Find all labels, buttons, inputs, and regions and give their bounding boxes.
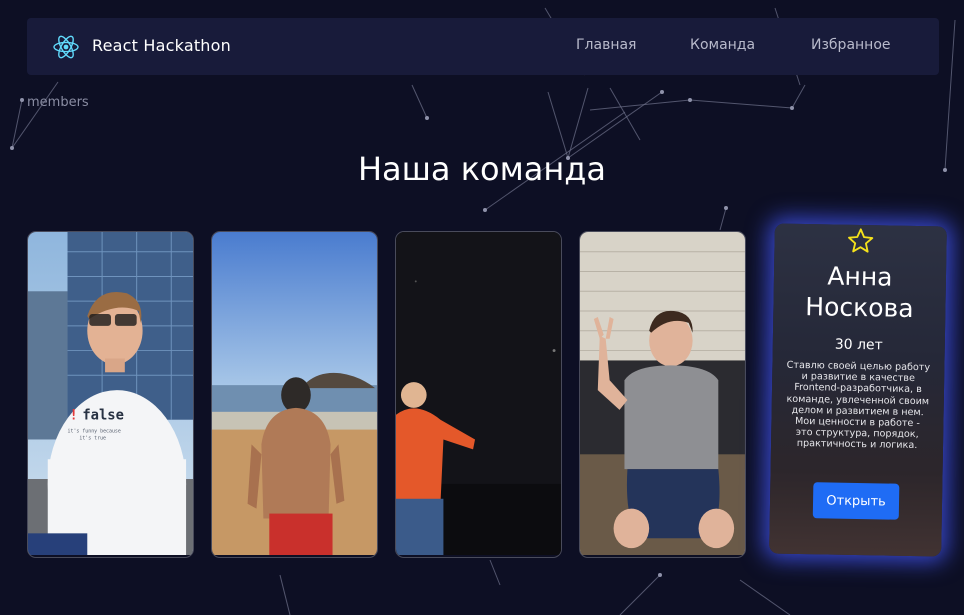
member-card-featured[interactable]: Анна Носкова 30 лет Ставлю своей целью р… — [769, 223, 947, 557]
nav-link-favorites[interactable]: Избранное — [811, 37, 891, 53]
member-photo — [396, 232, 561, 556]
member-photo — [580, 232, 745, 556]
svg-text:it's funny because: it's funny because — [68, 429, 121, 435]
svg-text:it's true: it's true — [79, 435, 106, 441]
nav-link-team[interactable]: Команда — [690, 37, 755, 53]
breadcrumb: members — [27, 95, 89, 110]
svg-text:!: ! — [69, 408, 77, 424]
member-card[interactable] — [579, 231, 746, 558]
page-title: Наша команда — [357, 150, 607, 188]
react-logo-icon[interactable] — [51, 32, 81, 62]
nav-link-home[interactable]: Главная — [576, 37, 636, 53]
member-name: Анна Носкова — [805, 261, 914, 323]
member-photo: ! false it's funny because it's true — [28, 232, 193, 556]
member-description: Ставлю своей целью работу и развитие в к… — [786, 359, 931, 452]
shirt-text: false — [82, 408, 124, 424]
member-card[interactable]: ! false it's funny because it's true — [27, 231, 194, 558]
member-card[interactable] — [211, 231, 378, 558]
member-age: 30 лет — [834, 336, 883, 354]
member-photo — [212, 232, 377, 556]
open-button[interactable]: Открыть — [812, 482, 900, 520]
brand-name[interactable]: React Hackathon — [92, 36, 231, 55]
member-card[interactable] — [395, 231, 562, 558]
star-icon[interactable] — [845, 227, 875, 256]
navbar: React Hackathon Главная Команда Избранно… — [27, 18, 939, 75]
